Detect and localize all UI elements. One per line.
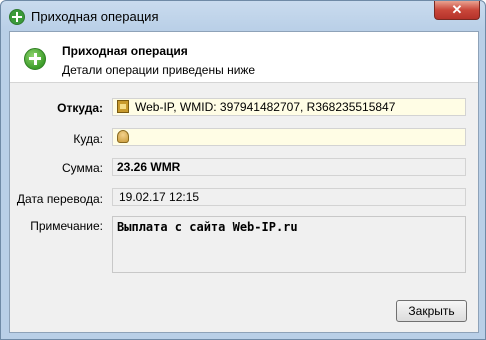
close-button[interactable]: Закрыть	[396, 300, 467, 322]
date-label: Дата перевода:	[16, 192, 103, 206]
plus-circle-icon	[9, 9, 25, 25]
header-subtitle: Детали операции приведены ниже	[62, 63, 256, 77]
window-close-button[interactable]: ✕	[434, 1, 480, 20]
window-title: Приходная операция	[31, 9, 159, 24]
from-label: Откуда:	[57, 101, 103, 115]
person-icon	[117, 130, 129, 143]
amount-field: 23.26 WMR	[112, 158, 466, 176]
dialog-window: Приходная операция ✕ Приходная операция …	[0, 0, 486, 340]
date-field: 19.02.17 12:15	[112, 188, 466, 206]
title-bar[interactable]: Приходная операция ✕	[1, 1, 485, 31]
dialog-body: Приходная операция Детали операции приве…	[9, 31, 479, 333]
dialog-header: Приходная операция Детали операции приве…	[10, 32, 478, 83]
note-field[interactable]: Выплата с сайта Web-IP.ru	[112, 216, 466, 273]
from-field[interactable]: Web-IP, WMID: 397941482707, R36823551584…	[112, 98, 466, 116]
amount-value: 23.26 WMR	[117, 160, 181, 174]
plus-circle-icon	[24, 48, 46, 70]
header-title: Приходная операция	[62, 44, 188, 58]
from-value: Web-IP, WMID: 397941482707, R36823551584…	[135, 100, 396, 114]
note-label: Примечание:	[30, 219, 103, 233]
to-label: Куда:	[73, 132, 103, 146]
date-value: 19.02.17 12:15	[119, 190, 200, 204]
to-field[interactable]	[112, 128, 466, 146]
wallet-icon	[117, 100, 129, 113]
amount-label: Сумма:	[61, 161, 103, 175]
